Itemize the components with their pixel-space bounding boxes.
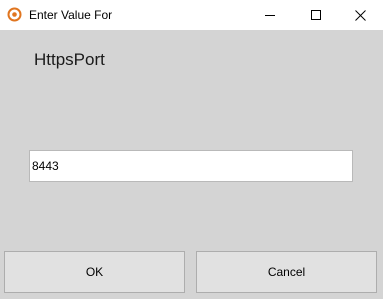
field-label: HttpsPort bbox=[34, 50, 105, 69]
dialog-window: Enter Value For HttpsPort 8443 OK Cancel bbox=[0, 0, 383, 299]
minimize-button[interactable] bbox=[247, 0, 293, 30]
close-icon bbox=[354, 9, 366, 21]
value-input[interactable] bbox=[29, 150, 353, 182]
window-title: Enter Value For bbox=[29, 8, 113, 22]
target-icon bbox=[7, 7, 22, 22]
close-button[interactable] bbox=[337, 0, 383, 30]
maximize-icon bbox=[311, 10, 321, 20]
maximize-button[interactable] bbox=[293, 0, 339, 30]
minimize-icon bbox=[265, 10, 275, 20]
title-bar[interactable]: Enter Value For bbox=[0, 0, 383, 30]
ok-button[interactable]: OK bbox=[4, 251, 185, 293]
cancel-button[interactable]: Cancel bbox=[196, 251, 377, 293]
